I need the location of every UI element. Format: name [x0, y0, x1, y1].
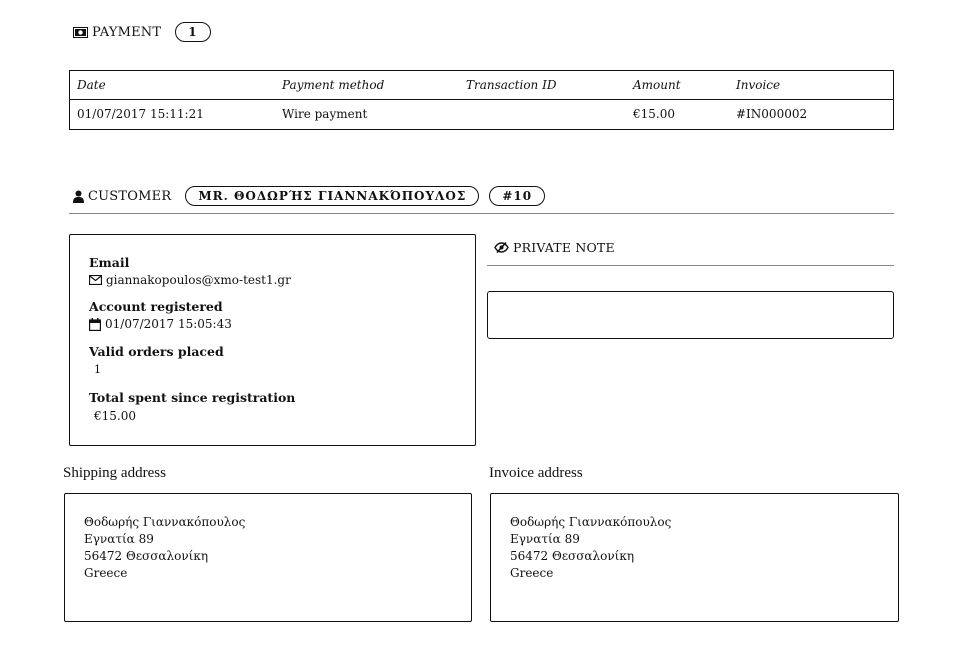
private-note-header: PRIVATE NOTE	[494, 240, 615, 255]
customer-divider	[69, 213, 894, 214]
registered-label: Account registered	[89, 299, 223, 314]
customer-name-badge[interactable]: MR. ΘΟΔΩΡΉΣ ΓΙΑΝΝΑΚΌΠΟΥΛΟΣ	[185, 186, 480, 206]
payment-table: Date Payment method Transaction ID Amoun…	[69, 70, 894, 130]
user-icon	[73, 190, 84, 203]
payment-method: Wire payment	[282, 107, 368, 121]
shipping-country: Greece	[84, 566, 128, 580]
private-note-divider	[487, 265, 894, 266]
spent-value: €15.00	[94, 409, 136, 423]
payment-table-header: Date Payment method Transaction ID Amoun…	[70, 71, 893, 100]
column-header-amount: Amount	[633, 78, 681, 92]
invoice-address-title: Invoice address	[489, 465, 583, 481]
payment-title: PAYMENT	[92, 24, 162, 40]
invoice-address-panel: Θοδωρής Γιαννακόπουλος Εγνατία 89 56472 …	[490, 493, 899, 622]
payment-invoice-link[interactable]: #IN000002	[736, 100, 807, 129]
payment-amount: €15.00	[633, 107, 675, 121]
customer-header: CUSTOMER MR. ΘΟΔΩΡΉΣ ΓΙΑΝΝΑΚΌΠΟΥΛΟΣ #10	[73, 186, 546, 206]
registered-date: 01/07/2017 15:05:43	[105, 317, 232, 331]
customer-title: CUSTOMER	[88, 188, 172, 204]
orders-label: Valid orders placed	[89, 344, 224, 359]
table-row: 01/07/2017 15:11:21 Wire payment €15.00 …	[70, 100, 893, 129]
private-note-textarea[interactable]	[487, 291, 894, 339]
payment-count-badge: 1	[175, 22, 211, 42]
eye-slash-icon	[494, 242, 509, 253]
shipping-name: Θοδωρής Γιαννακόπουλος	[84, 515, 246, 529]
customer-id-badge[interactable]: #10	[489, 186, 546, 206]
column-header-invoice: Invoice	[736, 78, 781, 92]
registered-value: 01/07/2017 15:05:43	[89, 317, 232, 331]
shipping-street: Εγνατία 89	[84, 532, 154, 546]
invoice-name: Θοδωρής Γιαννακόπουλος	[510, 515, 672, 529]
shipping-city: 56472 Θεσσαλονίκη	[84, 549, 209, 563]
orders-value: 1	[94, 363, 101, 376]
invoice-street: Εγνατία 89	[510, 532, 580, 546]
column-header-date: Date	[77, 78, 106, 92]
column-header-transaction-id: Transaction ID	[466, 78, 557, 92]
column-header-payment-method: Payment method	[282, 78, 385, 92]
spent-label: Total spent since registration	[89, 390, 296, 405]
calendar-icon	[89, 317, 101, 331]
payment-header: PAYMENT 1	[73, 22, 211, 42]
customer-email-link[interactable]: giannakopoulos@xmo-test1.gr	[106, 273, 291, 287]
customer-info-panel: Email giannakopoulos@xmo-test1.gr Accoun…	[69, 234, 476, 446]
money-icon	[73, 26, 88, 38]
email-label: Email	[89, 255, 130, 270]
shipping-address-title: Shipping address	[63, 465, 166, 481]
payment-date: 01/07/2017 15:11:21	[77, 107, 204, 121]
invoice-country: Greece	[510, 566, 554, 580]
invoice-city: 56472 Θεσσαλονίκη	[510, 549, 635, 563]
shipping-address-panel: Θοδωρής Γιαννακόπουλος Εγνατία 89 56472 …	[64, 493, 472, 622]
private-note-title: PRIVATE NOTE	[513, 240, 615, 255]
email-value: giannakopoulos@xmo-test1.gr	[89, 273, 291, 287]
envelope-icon	[89, 275, 102, 285]
